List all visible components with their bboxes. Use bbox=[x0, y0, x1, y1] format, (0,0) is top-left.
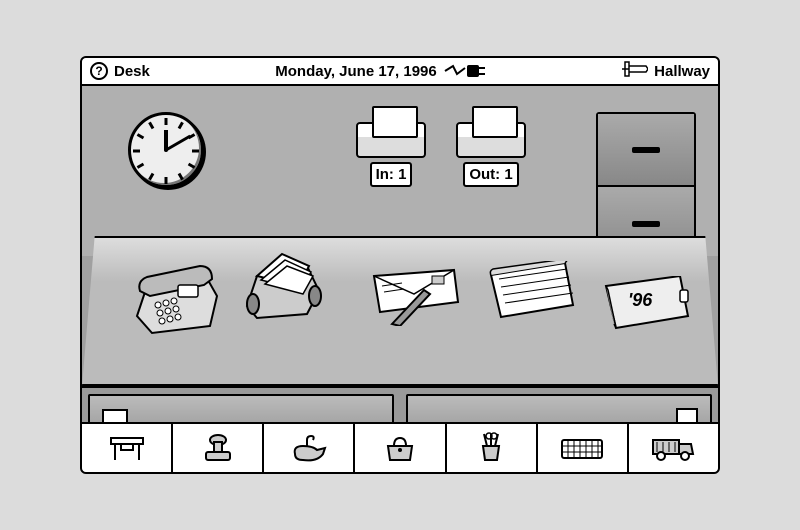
notepad[interactable] bbox=[487, 261, 577, 321]
handbag-icon bbox=[380, 432, 420, 464]
outbox-slot-icon bbox=[456, 122, 526, 158]
desk-drawer-right[interactable] bbox=[406, 394, 712, 422]
tool-desk[interactable] bbox=[82, 424, 173, 472]
letter-with-pen[interactable] bbox=[362, 266, 462, 326]
keyboard-icon bbox=[558, 432, 606, 464]
desk-drawer-left[interactable] bbox=[88, 394, 394, 422]
battery-plug-icon bbox=[443, 62, 487, 80]
tool-stamp[interactable] bbox=[173, 424, 264, 472]
planner-year-label: '96 bbox=[628, 290, 652, 311]
toolbar bbox=[82, 422, 718, 472]
tool-keyboard[interactable] bbox=[538, 424, 629, 472]
telephone[interactable] bbox=[132, 261, 222, 341]
outbox-label: Out: 1 bbox=[463, 162, 518, 187]
clock-minute-hand bbox=[165, 135, 191, 152]
calculator-mini-icon bbox=[676, 408, 698, 422]
stamp-icon bbox=[198, 432, 238, 464]
envelope-mini-icon bbox=[102, 409, 128, 422]
desk-front bbox=[82, 386, 718, 422]
date-label: Monday, June 17, 1996 bbox=[275, 63, 436, 80]
app-window: ? Desk Monday, June 17, 1996 Hallway bbox=[80, 56, 720, 474]
truck-icon bbox=[649, 432, 697, 464]
nav-hallway-label[interactable]: Hallway bbox=[654, 63, 710, 80]
outbox[interactable]: Out: 1 bbox=[452, 122, 530, 187]
tool-truck[interactable] bbox=[629, 424, 718, 472]
location-label: Desk bbox=[114, 63, 150, 80]
wall-clock[interactable] bbox=[128, 112, 204, 188]
genie-lamp-icon bbox=[289, 432, 329, 464]
titlebar: ? Desk Monday, June 17, 1996 Hallway bbox=[82, 58, 718, 86]
cabinet-drawer-top[interactable] bbox=[598, 114, 694, 187]
tool-bag[interactable] bbox=[355, 424, 446, 472]
inbox-label: In: 1 bbox=[370, 162, 413, 187]
pencil-cup-icon bbox=[471, 432, 511, 464]
inbox-slot-icon bbox=[356, 122, 426, 158]
tool-lamp[interactable] bbox=[264, 424, 355, 472]
help-icon[interactable]: ? bbox=[90, 62, 108, 80]
desk-scene: In: 1 Out: 1 bbox=[82, 86, 718, 422]
desk-icon bbox=[107, 432, 147, 464]
planner-book[interactable]: '96 bbox=[602, 276, 692, 331]
rolodex[interactable] bbox=[237, 246, 327, 326]
pointing-hand-icon[interactable] bbox=[622, 60, 648, 82]
tool-supplies[interactable] bbox=[447, 424, 538, 472]
inbox[interactable]: In: 1 bbox=[352, 122, 430, 187]
